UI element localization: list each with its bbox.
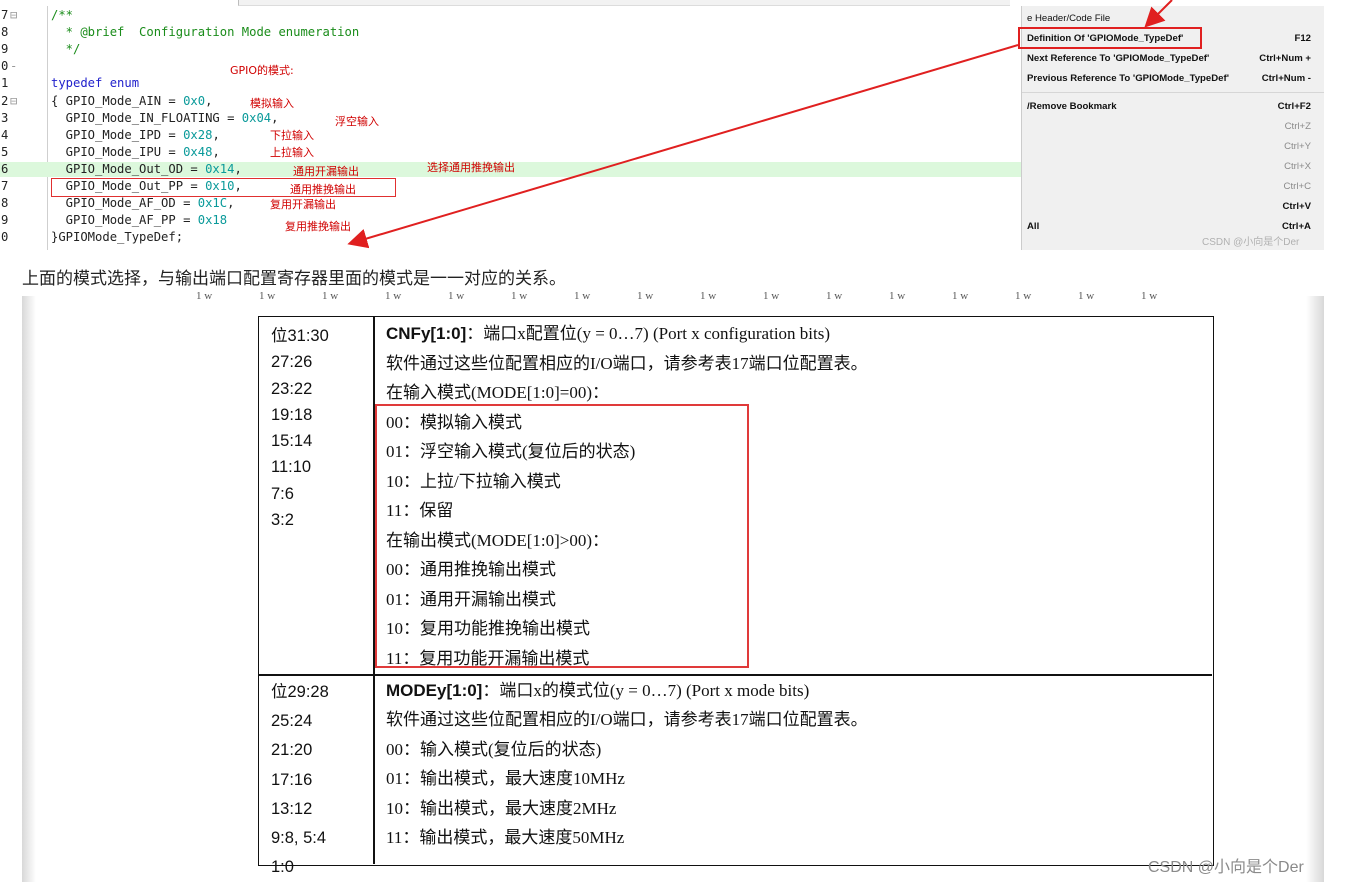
register-field-line: 01：输出模式，最大速度10MHz [386, 769, 625, 789]
doc-highlight-box [375, 404, 749, 668]
page-watermark: CSDN @小向是个Der [1148, 859, 1304, 876]
bit-position: 21:20 [271, 741, 313, 760]
bit-position: 27:26 [271, 353, 313, 372]
register-field-line: 在输入模式(MODE[1:0]=00)： [386, 383, 610, 402]
bit-position: 7:6 [271, 484, 294, 503]
bit-position: 19:18 [271, 405, 313, 424]
page-shadow-left [22, 296, 36, 882]
bit-position: 位29:28 [271, 683, 329, 701]
register-field-line: 软件通过这些位配置相应的I/O端口，请参考表17端口位配置表。 [386, 710, 868, 730]
register-field-line: 11：输出模式，最大速度50MHz [386, 828, 625, 847]
ruler-tick: 1 w [826, 290, 843, 302]
ruler-tick: 1 w [448, 290, 465, 302]
ruler-tick: 1 w [259, 290, 276, 302]
ruler-tick: 1 w [637, 290, 654, 302]
page-shadow-right [1306, 296, 1324, 882]
ruler-tick: 1 w [952, 290, 969, 302]
bit-position: 1:0 [271, 858, 294, 877]
ruler-tick: 1 w [889, 290, 906, 302]
register-field-line: 软件通过这些位配置相应的I/O端口，请参考表17端口位配置表。 [386, 353, 868, 373]
bit-position: 位31:30 [271, 327, 329, 345]
ruler-tick: 1 w [1141, 290, 1158, 302]
ruler-tick: 1 w [1078, 290, 1095, 302]
bit-position: 13:12 [271, 799, 313, 818]
register-field-title: CNFy[1:0]：端口x配置位(y = 0…7) (Port x config… [386, 324, 831, 343]
register-field-line: 10：输出模式，最大速度2MHz [386, 798, 617, 818]
ruler-tick: 1 w [700, 290, 717, 302]
ruler-ticks: 1 w 1 w 1 w 1 w 1 w 1 w 1 w 1 w 1 w 1 w 1 w 1 w 1 w 1… [196, 290, 1204, 302]
ruler-tick: 1 w [574, 290, 591, 302]
bit-position: 17:16 [271, 770, 313, 789]
ruler-tick: 1 w [511, 290, 528, 302]
bit-position: 3:2 [271, 511, 294, 530]
bit-position: 11:10 [271, 458, 312, 477]
register-field-title: MODEy[1:0]：端口x的模式位(y = 0…7) (Port x mode… [386, 681, 810, 700]
cnf-bit-positions: 位31:30 27:26 23:22 19:18 15:14 11:10 7:6 3:2 [271, 323, 329, 533]
mode-bit-positions: 位29:28 25:24 21:20 17:16 13:12 9:8, 5:4 1:0 [271, 678, 329, 882]
ruler-tick: 1 w [1015, 290, 1032, 302]
register-field-line: 00：输入模式(复位后的状态) [386, 739, 602, 759]
annotation-arrows [347, 0, 1173, 249]
bit-position: 23:22 [271, 379, 313, 398]
ruler-tick: 1 w [322, 290, 339, 302]
article-paragraph: 上面的模式选择，与输出端口配置寄存器里面的模式是一一对应的关系。 [22, 269, 566, 289]
ruler-tick: 1 w [196, 290, 213, 302]
arrow-to-menu-item [1144, 0, 1173, 28]
ruler-tick: 1 w [763, 290, 780, 302]
bit-position: 25:24 [271, 712, 313, 731]
ruler-tick: 1 w [385, 290, 402, 302]
bit-position: 9:8, 5:4 [271, 829, 327, 848]
arrow-to-typedef [347, 44, 1019, 249]
bit-position: 15:14 [271, 432, 313, 451]
